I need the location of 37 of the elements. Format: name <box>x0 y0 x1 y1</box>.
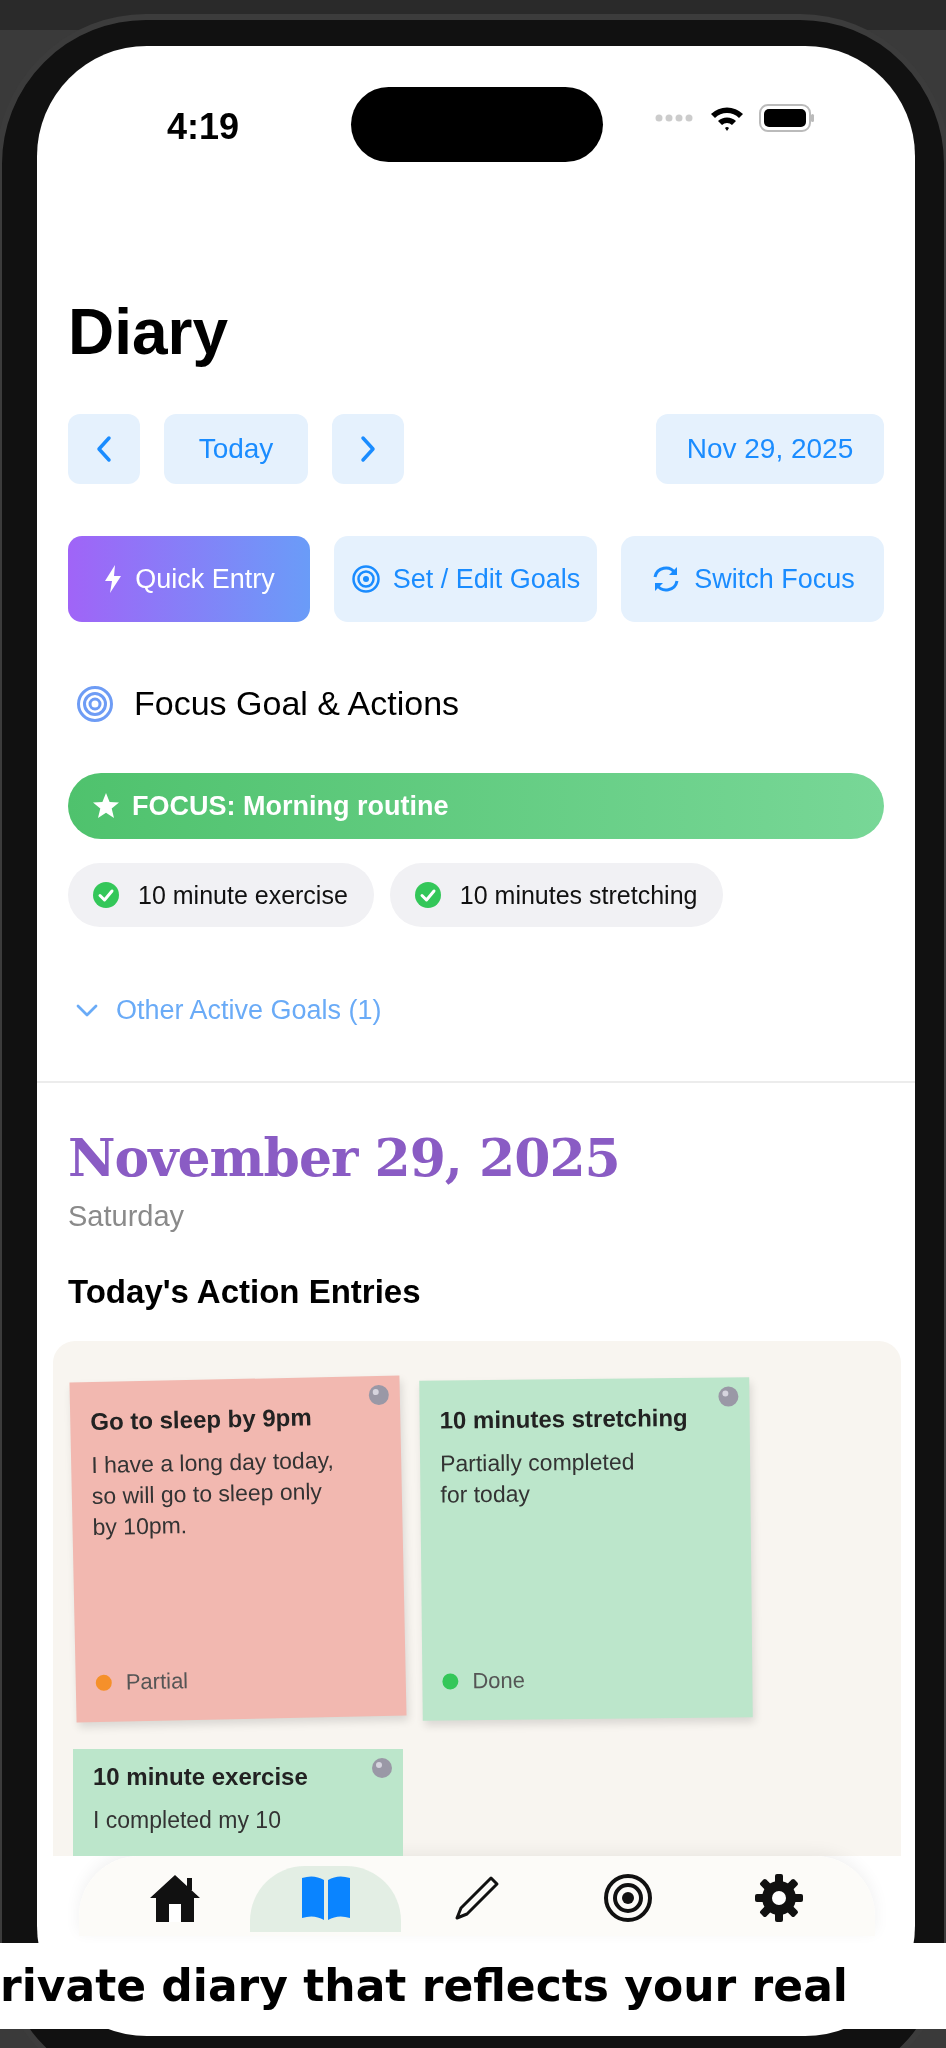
pin-icon <box>367 1383 391 1407</box>
note-title: 10 minutes stretching <box>439 1403 689 1435</box>
quick-entry-button[interactable]: Quick Entry <box>68 536 310 622</box>
note-text: Partially completed for today <box>439 1447 636 1510</box>
today-button[interactable]: Today <box>164 414 308 484</box>
battery-icon <box>759 104 815 132</box>
date-heading: November 29, 2025 <box>68 1127 621 1188</box>
chevron-right-icon <box>360 435 376 463</box>
switch-focus-button[interactable]: Switch Focus <box>621 536 884 622</box>
caption-text: rivate diary that reflects your real <box>0 1943 946 2029</box>
target-icon <box>76 684 114 723</box>
note-title: 10 minute exercise <box>93 1763 309 1791</box>
pin-icon <box>717 1385 740 1408</box>
action-chip[interactable]: 10 minute exercise <box>68 863 374 927</box>
edit-goals-button[interactable]: Set / Edit Goals <box>334 536 597 622</box>
action-chip[interactable]: 10 minutes stretching <box>389 863 724 927</box>
pin-icon <box>371 1757 393 1779</box>
sticky-note[interactable]: Go to sleep by 9pm I have a long day today, so will go to sleep only by 10pm. Partial <box>69 1375 407 1723</box>
chevron-left-icon <box>96 435 112 463</box>
target-icon <box>350 564 381 594</box>
status-label: Done <box>472 1667 526 1695</box>
sticky-note[interactable]: 10 minutes stretching Partially completed for today Done <box>419 1377 753 1721</box>
star-icon <box>92 792 120 820</box>
status-label: Partial <box>125 1668 189 1696</box>
note-title: Go to sleep by 9pm <box>90 1402 313 1437</box>
lightning-icon <box>103 564 124 594</box>
note-text: I have a long day today, so will go to sleep only by 10pm. <box>90 1446 335 1543</box>
section-heading: Focus Goal & Actions <box>134 684 460 723</box>
signal-icon <box>655 114 695 122</box>
focus-banner: FOCUS: Morning routine <box>68 773 884 839</box>
weekday-label: Saturday <box>68 1200 186 1233</box>
status-time: 4:19 <box>167 106 240 148</box>
section-heading: Today's Action Entries <box>68 1273 422 1311</box>
sticky-note[interactable]: 10 minute exercise I completed my 10 <box>73 1749 403 1856</box>
other-goals-toggle[interactable]: Other Active Goals (1) <box>68 995 382 1026</box>
note-text: I completed my 10 <box>93 1806 282 1835</box>
date-picker-button[interactable]: Nov 29, 2025 <box>656 414 884 484</box>
